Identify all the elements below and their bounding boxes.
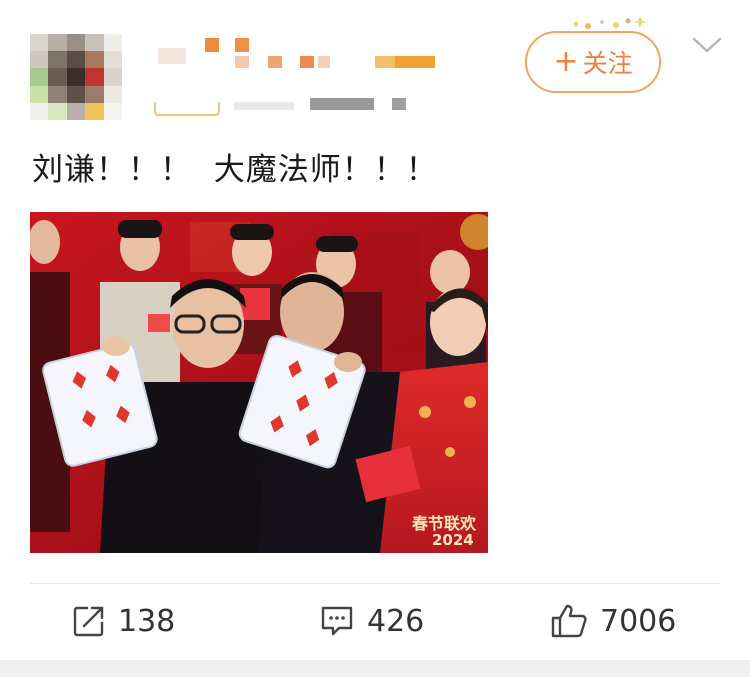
feed-separator bbox=[0, 660, 750, 677]
comment-bubble-icon bbox=[321, 606, 353, 636]
comment-count: 426 bbox=[367, 603, 425, 639]
thumbs-up-icon bbox=[551, 604, 587, 638]
like-button[interactable]: 7006 bbox=[550, 598, 676, 644]
follow-label: 关注 bbox=[582, 49, 633, 78]
repost-button[interactable]: 138 bbox=[72, 598, 175, 644]
plus-icon: + bbox=[553, 44, 579, 79]
share-square-icon bbox=[73, 606, 104, 637]
repost-count: 138 bbox=[118, 603, 176, 639]
username[interactable] bbox=[150, 38, 450, 68]
post-image[interactable]: 春节联欢 2024 bbox=[30, 212, 488, 553]
broadcast-caption-2: 2024 bbox=[432, 531, 474, 549]
post-meta bbox=[150, 94, 420, 118]
avatar[interactable] bbox=[30, 34, 122, 120]
divider bbox=[30, 583, 720, 584]
sparkle-decoration bbox=[573, 16, 647, 29]
follow-button[interactable]: + 关注 bbox=[525, 31, 661, 93]
like-count: 7006 bbox=[600, 603, 677, 639]
post-text: 刘谦！！！ 大魔法师！！！ bbox=[32, 152, 438, 188]
stage-photo bbox=[30, 212, 488, 553]
chevron-down-icon[interactable] bbox=[690, 34, 724, 56]
comment-button[interactable]: 426 bbox=[319, 598, 424, 644]
